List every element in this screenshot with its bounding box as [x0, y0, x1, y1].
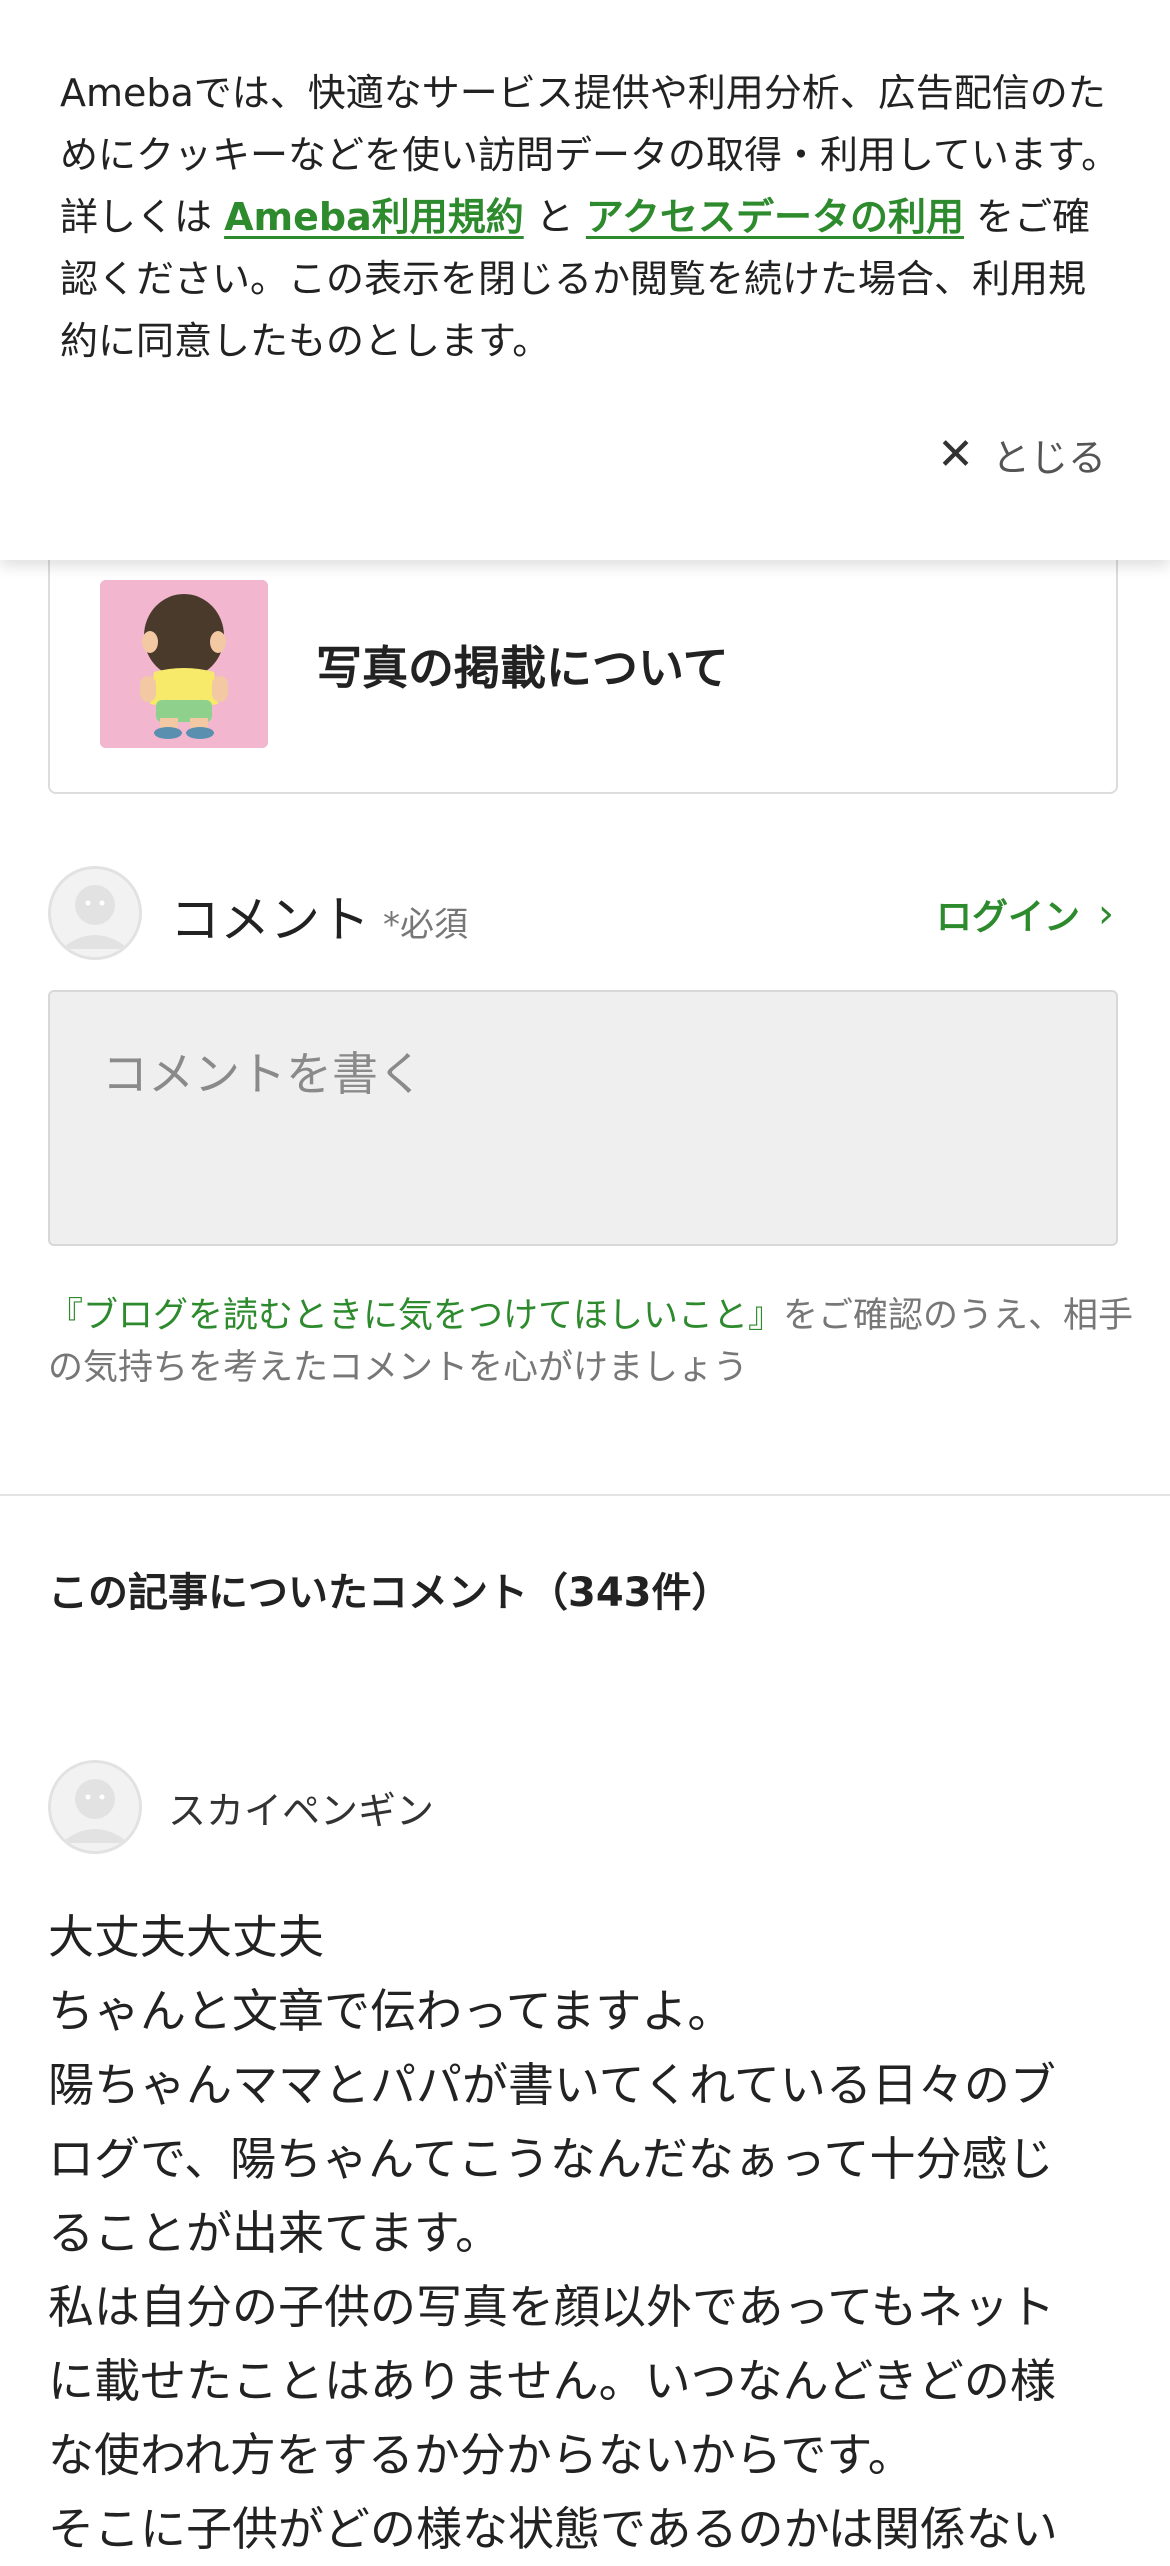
commenter-avatar[interactable]	[48, 1760, 142, 1854]
login-label: ログイン	[935, 897, 1080, 938]
comment-line: ログで、陽ちゃんてこうなんだなぁって十分感じ	[48, 2132, 1054, 2186]
article-title: 写真の掲載について	[316, 641, 729, 695]
comment-line: そこに子供がどの様な状態であるのかは関係ない	[48, 2502, 1058, 2556]
cookie-text-part: と	[523, 195, 586, 239]
comment-line: 私は自分の子供の写真を顔以外であってもネット	[48, 2280, 1055, 2334]
comment-notice: 『ブログを読むときに気をつけてほしいこと』をご確認のうえ、相手の気持ちを考えたコ…	[48, 1290, 1138, 1394]
comments-section-title: この記事についたコメント（343件）	[48, 1570, 732, 1616]
default-avatar-icon	[51, 1763, 139, 1851]
comment-line: 陽ちゃんママとパパが書いてくれている日々のブ	[48, 2058, 1056, 2112]
comment-input[interactable]	[48, 990, 1118, 1246]
terms-link[interactable]: Ameba利用規約	[224, 195, 524, 239]
required-marker: *必須	[383, 905, 468, 945]
comment-line: 大丈夫大丈夫	[48, 1910, 324, 1964]
close-button[interactable]: ✕ とじる	[937, 424, 1106, 484]
comment-line: ることが出来てます。	[48, 2206, 502, 2260]
comment-line: ちゃんと文章で伝わってますよ。	[48, 1984, 734, 2038]
access-data-link[interactable]: アクセスデータの利用	[586, 195, 964, 239]
close-label: とじる	[991, 435, 1106, 480]
cookie-banner: Amebaでは、快適なサービス提供や利用分析、広告配信のためにクッキーなどを使い…	[0, 0, 1170, 560]
default-avatar-icon	[51, 869, 139, 957]
comment-line: な使われ方をするか分からないからです。	[48, 2428, 914, 2482]
comment-body: 大丈夫大丈夫 ちゃんと文章で伝わってますよ。 陽ちゃんママとパパが書いてくれてい…	[48, 1900, 1128, 2566]
login-link[interactable]: ログイン ›	[936, 888, 1114, 940]
divider	[0, 1494, 1170, 1496]
close-icon: ✕	[937, 428, 974, 480]
comment-label: コメント	[170, 891, 370, 949]
commenter-name[interactable]: スカイペンギン	[168, 1780, 434, 1835]
article-thumbnail	[100, 580, 268, 748]
guidelines-link[interactable]: 『ブログを読むときに気をつけてほしいこと』	[48, 1296, 783, 1336]
related-article-card[interactable]: 写真の掲載について	[48, 520, 1118, 794]
cookie-message: Amebaでは、快適なサービス提供や利用分析、広告配信のためにクッキーなどを使い…	[60, 62, 1120, 372]
comment-line: に載せたことはありません。いつなんどきどの様	[48, 2354, 1056, 2408]
child-illustration-icon	[100, 580, 268, 748]
user-avatar	[48, 866, 142, 960]
chevron-right-icon: ›	[1098, 891, 1114, 937]
